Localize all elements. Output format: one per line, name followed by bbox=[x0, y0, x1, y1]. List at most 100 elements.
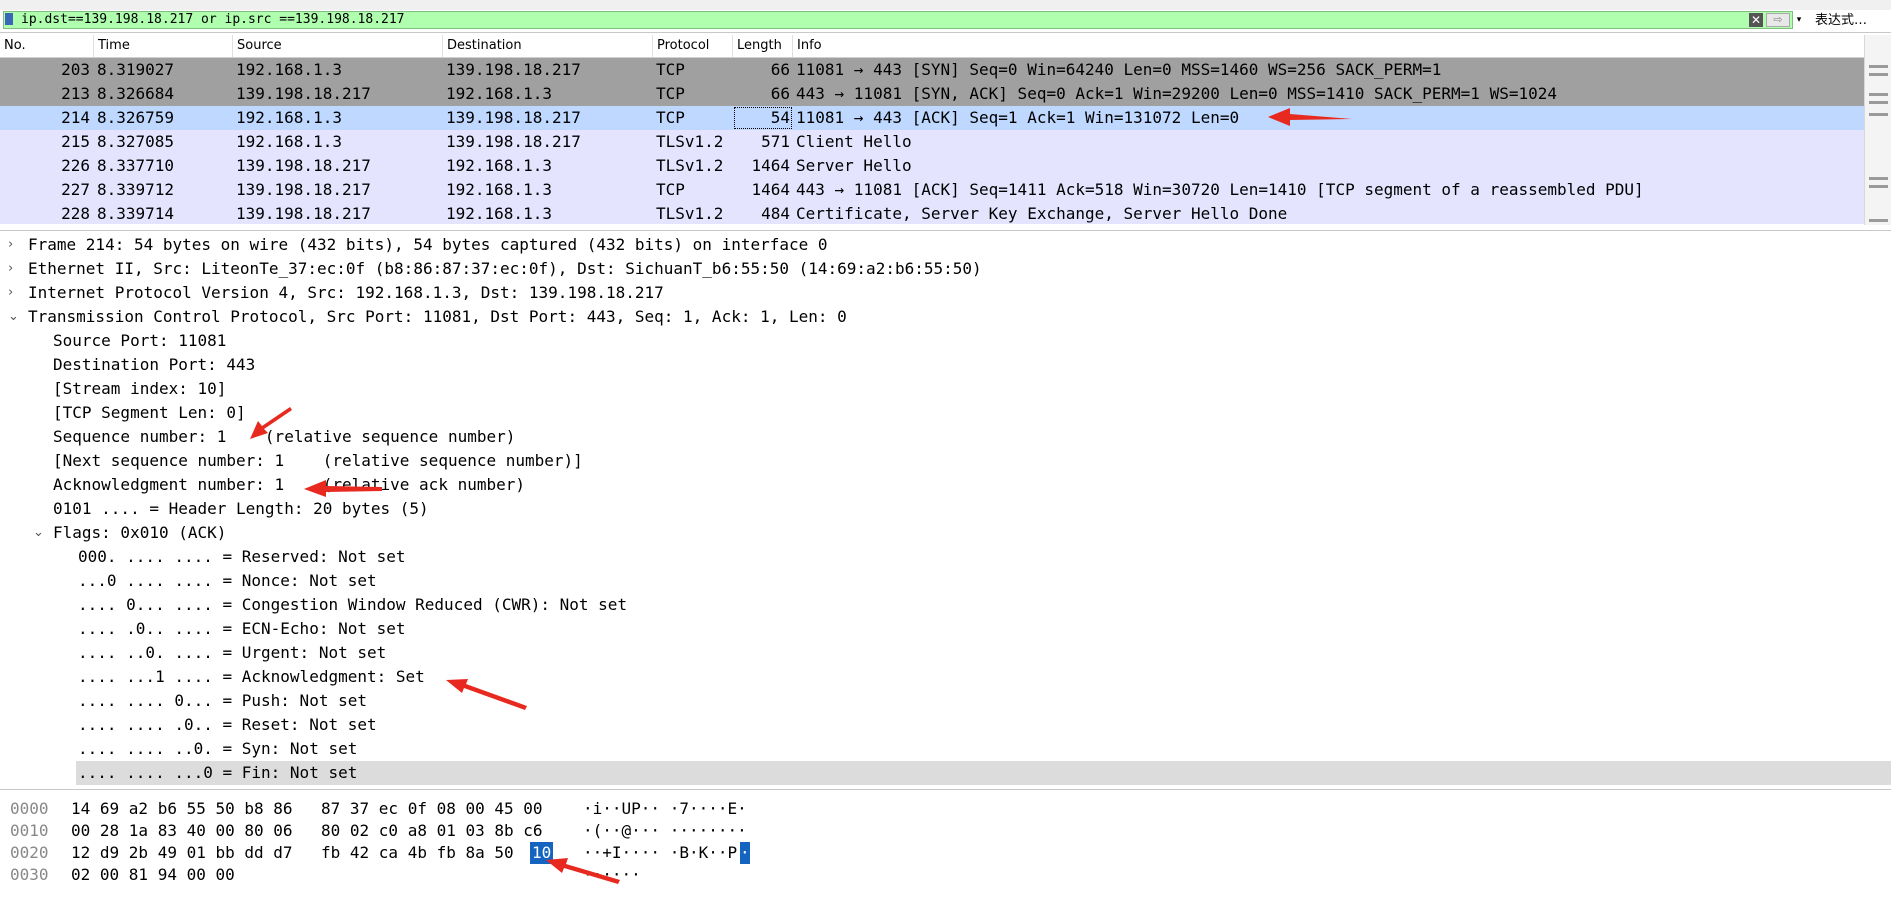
cell-info: 11081 → 443 [ACK] Seq=1 Ack=1 Win=131072… bbox=[796, 108, 1240, 127]
packet-row-213[interactable]: 213 8.326684 139.198.18.217 192.168.1.3 TCP 6… bbox=[0, 82, 1864, 106]
column-header-destination[interactable]: Destination bbox=[443, 35, 653, 57]
ascii-bytes[interactable]: ·(··@··· ········ bbox=[583, 820, 747, 842]
tcp-ack-number[interactable]: Acknowledgment number: 1 (relative ack n… bbox=[53, 473, 525, 497]
cell-length: 1464 bbox=[751, 180, 790, 199]
hex-bytes-second-half[interactable]: 87 37 ec 0f 08 00 45 00 bbox=[321, 798, 543, 820]
ascii-bytes[interactable]: ··+I···· ·B·K··P bbox=[583, 842, 737, 864]
tree-item-tcp[interactable]: Transmission Control Protocol, Src Port:… bbox=[28, 305, 847, 329]
cell-destination: 139.198.18.217 bbox=[446, 60, 581, 79]
highlighted-hex-byte[interactable]: 10 bbox=[530, 842, 554, 864]
flag-fin[interactable]: .... .... ...0 = Fin: Not set bbox=[76, 761, 1891, 785]
packet-row-226[interactable]: 226 8.337710 139.198.18.217 192.168.1.3 TLSv… bbox=[0, 154, 1864, 178]
flag-ecn-echo[interactable]: .... .0.. .... = ECN-Echo: Not set bbox=[78, 617, 406, 641]
packet-row-214[interactable]: 214 8.326759 192.168.1.3 139.198.18.217 TCP 5… bbox=[0, 106, 1864, 130]
column-header-length[interactable]: Length bbox=[733, 35, 793, 57]
cell-no: 214 bbox=[61, 108, 90, 127]
packet-row-228[interactable]: 228 8.339714 139.198.18.217 192.168.1.3 TLSv… bbox=[0, 202, 1864, 224]
cell-source: 192.168.1.3 bbox=[236, 108, 342, 127]
cell-no: 227 bbox=[61, 180, 90, 199]
byte-offset: 0010 bbox=[10, 821, 49, 840]
packet-row-215[interactable]: 215 8.327085 192.168.1.3 139.198.18.217 TLSv… bbox=[0, 130, 1864, 154]
collapse-tcp-icon[interactable]: ⌄ bbox=[8, 305, 19, 329]
flag-syn[interactable]: .... .... ..0. = Syn: Not set bbox=[78, 737, 357, 761]
tcp-segment-len[interactable]: [TCP Segment Len: 0] bbox=[53, 401, 246, 425]
cell-time: 8.339714 bbox=[97, 204, 175, 223]
expand-ip-icon[interactable]: › bbox=[8, 281, 13, 305]
cell-destination: 192.168.1.3 bbox=[446, 180, 552, 199]
filter-history-dropdown-icon[interactable]: ▾ bbox=[1792, 13, 1806, 27]
apply-filter-icon[interactable]: ⇨ bbox=[1766, 13, 1790, 27]
cell-source: 192.168.1.3 bbox=[236, 60, 342, 79]
hex-bytes-first-half[interactable]: 12 d9 2b 49 01 bb dd d7 bbox=[71, 842, 293, 864]
flag-urgent[interactable]: .... ..0. .... = Urgent: Not set bbox=[78, 641, 386, 665]
tcp-source-port[interactable]: Source Port: 11081 bbox=[53, 329, 226, 353]
expand-frame-icon[interactable]: › bbox=[8, 233, 13, 257]
packet-list-scrollbar[interactable] bbox=[1864, 35, 1891, 225]
tcp-stream-index[interactable]: [Stream index: 10] bbox=[53, 377, 226, 401]
tree-item-ip[interactable]: Internet Protocol Version 4, Src: 192.16… bbox=[28, 281, 664, 305]
cell-no: 215 bbox=[61, 132, 90, 151]
collapse-flags-icon[interactable]: ⌄ bbox=[33, 521, 44, 545]
tcp-next-sequence-number[interactable]: [Next sequence number: 1 (relative seque… bbox=[53, 449, 583, 473]
cell-destination: 139.198.18.217 bbox=[446, 132, 581, 151]
hex-bytes-first-half[interactable]: 02 00 81 94 00 00 bbox=[71, 864, 235, 886]
cell-protocol: TLSv1.2 bbox=[656, 156, 724, 175]
flag-nonce[interactable]: ...0 .... .... = Nonce: Not set bbox=[78, 569, 377, 593]
ascii-bytes[interactable]: ·i··UP·· ·7····E· bbox=[583, 798, 747, 820]
tree-item-ethernet[interactable]: Ethernet II, Src: LiteonTe_37:ec:0f (b8:… bbox=[28, 257, 982, 281]
cell-time: 8.327085 bbox=[97, 132, 175, 151]
expression-button[interactable]: 表达式… bbox=[1815, 12, 1867, 29]
cell-destination: 192.168.1.3 bbox=[446, 204, 552, 223]
packet-row-227[interactable]: 227 8.339712 139.198.18.217 192.168.1.3 TCP 1… bbox=[0, 178, 1864, 202]
column-header-time[interactable]: Time bbox=[94, 35, 233, 57]
byte-offset: 0020 bbox=[10, 843, 49, 862]
column-header-info[interactable]: Info bbox=[793, 35, 1870, 57]
cell-source: 139.198.18.217 bbox=[236, 180, 371, 199]
cell-info: 443 → 11081 [ACK] Seq=1411 Ack=518 Win=3… bbox=[796, 180, 1644, 199]
cell-protocol: TCP bbox=[656, 180, 685, 199]
column-header-source[interactable]: Source bbox=[233, 35, 443, 57]
cell-time: 8.337710 bbox=[97, 156, 175, 175]
clear-filter-icon[interactable]: ✕ bbox=[1749, 13, 1763, 27]
hex-bytes-second-half[interactable]: fb 42 ca 4b fb 8a 50 bbox=[321, 842, 514, 864]
bookmark-icon[interactable] bbox=[5, 13, 13, 25]
packet-bytes-pane: 0000 14 69 a2 b6 55 50 b8 86 87 37 ec 0f 0… bbox=[0, 792, 1891, 907]
cell-time: 8.326759 bbox=[97, 108, 175, 127]
packet-row-203[interactable]: 203 8.319027 192.168.1.3 139.198.18.217 TCP 6… bbox=[0, 58, 1864, 82]
flag-reset[interactable]: .... .... .0.. = Reset: Not set bbox=[78, 713, 377, 737]
packet-list-header: No. Time Source Destination Protocol Len… bbox=[0, 35, 1870, 58]
cell-length: 66 bbox=[770, 60, 790, 79]
display-filter-bar: ip.dst==139.198.18.217 or ip.src ==139.1… bbox=[0, 10, 1891, 33]
byte-offset: 0030 bbox=[10, 865, 49, 884]
tcp-sequence-number[interactable]: Sequence number: 1 (relative sequence nu… bbox=[53, 425, 515, 449]
hex-bytes-first-half[interactable]: 00 28 1a 83 40 00 80 06 bbox=[71, 820, 293, 842]
cell-info: Certificate, Server Key Exchange, Server… bbox=[796, 204, 1288, 223]
hex-bytes-second-half[interactable]: 80 02 c0 a8 01 03 8b c6 bbox=[321, 820, 543, 842]
flag-push[interactable]: .... .... 0... = Push: Not set bbox=[78, 689, 367, 713]
cell-info: 11081 → 443 [SYN] Seq=0 Win=64240 Len=0 … bbox=[796, 60, 1442, 79]
hex-bytes-first-half[interactable]: 14 69 a2 b6 55 50 b8 86 bbox=[71, 798, 293, 820]
byte-offset: 0000 bbox=[10, 799, 49, 818]
tcp-destination-port[interactable]: Destination Port: 443 bbox=[53, 353, 255, 377]
column-header-no[interactable]: No. bbox=[0, 35, 94, 57]
flag-acknowledgment[interactable]: .... ...1 .... = Acknowledgment: Set bbox=[78, 665, 425, 689]
flag-reserved[interactable]: 000. .... .... = Reserved: Not set bbox=[78, 545, 406, 569]
cell-length: 571 bbox=[761, 132, 790, 151]
cell-source: 192.168.1.3 bbox=[236, 132, 342, 151]
cell-time: 8.319027 bbox=[97, 60, 175, 79]
flag-cwr[interactable]: .... 0... .... = Congestion Window Reduc… bbox=[78, 593, 627, 617]
highlighted-ascii-byte[interactable]: · bbox=[740, 842, 750, 864]
display-filter-input[interactable]: ip.dst==139.198.18.217 or ip.src ==139.1… bbox=[3, 11, 1793, 29]
cell-no: 213 bbox=[61, 84, 90, 103]
tree-item-frame[interactable]: Frame 214: 54 bytes on wire (432 bits), … bbox=[28, 233, 828, 257]
cell-no: 226 bbox=[61, 156, 90, 175]
column-header-protocol[interactable]: Protocol bbox=[653, 35, 733, 57]
tcp-header-length[interactable]: 0101 .... = Header Length: 20 bytes (5) bbox=[53, 497, 429, 521]
packet-list: 203 8.319027 192.168.1.3 139.198.18.217 TCP 6… bbox=[0, 58, 1864, 224]
tree-item-flags[interactable]: Flags: 0x010 (ACK) bbox=[53, 521, 226, 545]
expand-ethernet-icon[interactable]: › bbox=[8, 257, 13, 281]
cell-info: Server Hello bbox=[796, 156, 912, 175]
cell-protocol: TLSv1.2 bbox=[656, 204, 724, 223]
ascii-bytes[interactable]: ······ bbox=[583, 864, 641, 886]
packet-details-pane: › Frame 214: 54 bytes on wire (432 bits)… bbox=[0, 230, 1891, 790]
